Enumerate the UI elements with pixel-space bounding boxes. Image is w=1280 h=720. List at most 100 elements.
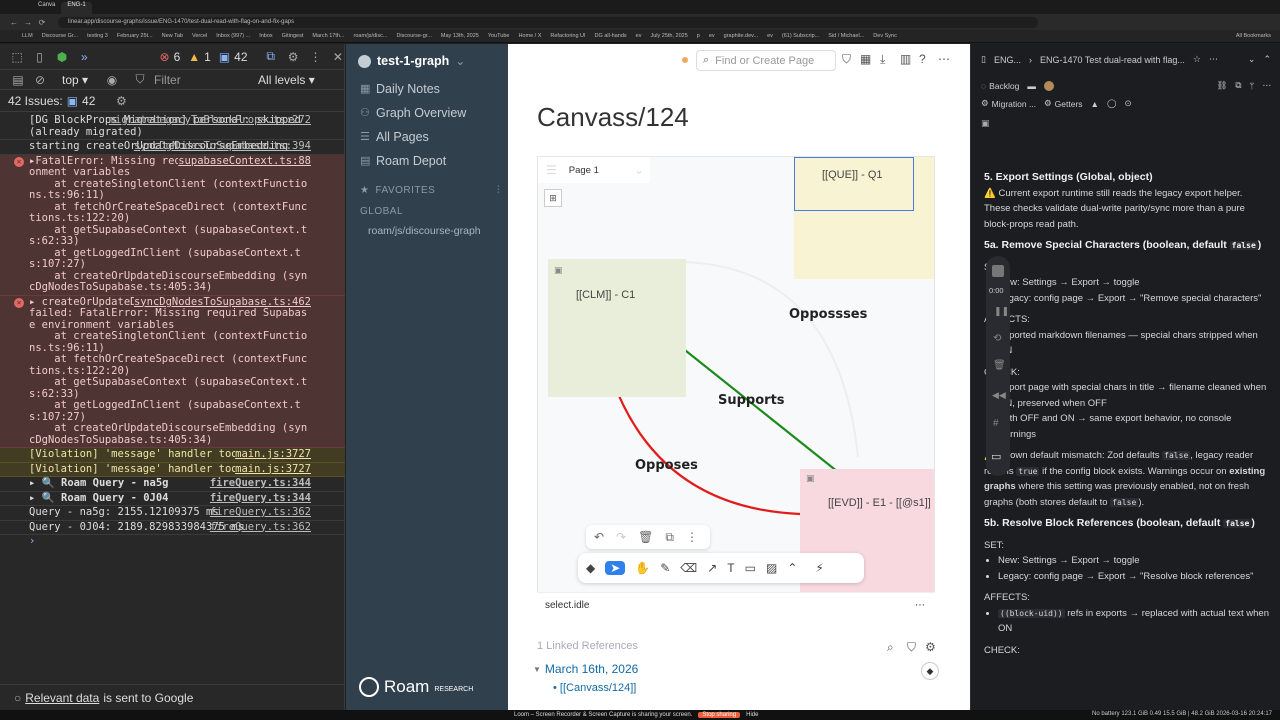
- bookmark-item[interactable]: (61) Subscrip...: [782, 33, 819, 39]
- console-message[interactable]: Query - 0J04: 2189.829833984375 ms fireQu…: [0, 521, 345, 535]
- help-icon[interactable]: ?: [919, 52, 926, 66]
- bookmark-item[interactable]: LLM: [22, 33, 33, 39]
- bookmark-item[interactable]: ev: [709, 33, 715, 39]
- nav-item[interactable]: ☰ All Pages: [346, 125, 508, 149]
- star-icon[interactable]: ☆: [1193, 54, 1201, 65]
- reload-icon[interactable]: ⟳: [34, 14, 50, 30]
- bookmark-item[interactable]: March 17th...: [312, 33, 344, 39]
- calendar-icon[interactable]: ▦: [860, 52, 871, 66]
- more-icon[interactable]: ⋯: [1209, 54, 1218, 65]
- source-link[interactable]: syncDgNodesToSupabase.ts:394: [134, 140, 311, 153]
- bookmark-item[interactable]: Discourse Gr...: [42, 33, 78, 39]
- draw-tool-icon[interactable]: ✎: [660, 561, 670, 575]
- image-tool-icon[interactable]: ▨: [766, 561, 777, 575]
- sliders-icon[interactable]: ⫶: [497, 185, 500, 196]
- eraser-tool-icon[interactable]: ⌫: [680, 561, 697, 575]
- note-tool-icon[interactable]: ▭: [745, 561, 756, 575]
- bookmark-item[interactable]: Sid / Michael...: [828, 33, 864, 39]
- label-icon[interactable]: ◯: [1107, 98, 1117, 109]
- nav-item[interactable]: ▦ Daily Notes: [346, 77, 508, 101]
- discourse-graph-icon[interactable]: ⚡: [815, 561, 823, 575]
- branch-icon[interactable]: ᛘ: [1249, 81, 1254, 91]
- priority-icon[interactable]: ▬: [1027, 81, 1036, 91]
- page-selector[interactable]: ☰ Page 1 ⌄: [538, 157, 650, 183]
- trash-icon[interactable]: 🗑: [993, 360, 1006, 371]
- trash-icon[interactable]: 🗑: [638, 530, 653, 544]
- source-link[interactable]: migrateLegacyToBlockProps.ts:272: [109, 114, 311, 127]
- chevron-down-icon[interactable]: ⌄: [1248, 54, 1256, 65]
- error-count-icon[interactable]: ⊗: [160, 50, 170, 64]
- message-count-icon[interactable]: ▣: [219, 50, 230, 64]
- reference-date[interactable]: March 16th, 2026: [545, 662, 638, 676]
- bookmark-item[interactable]: Refactoring UI: [550, 33, 585, 39]
- bookmark-item[interactable]: July 25th, 2025: [650, 33, 687, 39]
- console-message[interactable]: ▸ 🔍 Roam Query - 0J04 fireQuery.ts:344: [0, 492, 345, 506]
- undo-icon[interactable]: ↶: [594, 530, 604, 544]
- console-settings-icon[interactable]: ⚙: [113, 93, 129, 109]
- discourse-tool-icon[interactable]: ◆: [586, 561, 595, 575]
- browser-tab-active[interactable]: ENG-1: [61, 2, 92, 14]
- filter-icon[interactable]: ⛉: [842, 52, 851, 67]
- draw-icon[interactable]: #: [993, 418, 999, 429]
- hide-button[interactable]: Hide: [746, 712, 758, 718]
- issue-description[interactable]: 5. Export Settings (Global, object) ⚠️ C…: [984, 170, 1270, 710]
- bookmark-item[interactable]: YouTube: [488, 33, 510, 39]
- download-icon[interactable]: ⤓: [880, 52, 885, 67]
- source-link[interactable]: fireQuery.ts:344: [210, 492, 311, 505]
- team-crumb[interactable]: ENG...: [994, 55, 1021, 65]
- nav-item[interactable]: ▤ Roam Depot: [346, 149, 508, 173]
- more-icon[interactable]: ⋮: [686, 530, 698, 544]
- bookmark-item[interactable]: New Tab: [162, 33, 183, 39]
- rewind-icon[interactable]: ◀◀: [992, 390, 1006, 401]
- bookmark-item[interactable]: February 25t...: [117, 33, 153, 39]
- filter-input[interactable]: Filter: [154, 73, 252, 87]
- source-link[interactable]: fireQuery.ts:362: [210, 506, 311, 519]
- global-shortcut-item[interactable]: roam/js/discourse-graph: [368, 225, 481, 237]
- kebab-menu-icon[interactable]: ⋮: [308, 49, 322, 65]
- search-input[interactable]: Find or Create Page: [715, 55, 814, 67]
- right-sidebar-icon[interactable]: ▥: [900, 52, 911, 66]
- bookmark-item[interactable]: Dev Sync: [873, 33, 897, 39]
- bookmark-item[interactable]: May 13th, 2025: [441, 33, 479, 39]
- bookmark-item[interactable]: Discourse-gr...: [396, 33, 431, 39]
- browser-tab[interactable]: Canva: [32, 2, 61, 14]
- url-input[interactable]: linear.app/discourse-graphs/issue/ENG-14…: [58, 16, 1038, 28]
- search-box[interactable]: ⌕ Find or Create Page: [696, 50, 836, 71]
- sidebar-toggle-icon[interactable]: ▤: [10, 72, 26, 88]
- source-link[interactable]: main.js:3727: [235, 448, 311, 461]
- filter-icon[interactable]: ⛉: [907, 640, 916, 655]
- more-icon[interactable]: ⋯: [1263, 80, 1272, 91]
- warning-icon[interactable]: ▲: [1091, 99, 1099, 109]
- issues-count[interactable]: 42: [82, 94, 95, 108]
- source-link[interactable]: main.js:3727: [235, 463, 311, 475]
- nav-item[interactable]: ⚇ Graph Overview: [346, 101, 508, 125]
- clm-node[interactable]: ▣ [[CLM]] - C1: [548, 259, 686, 397]
- source-link[interactable]: fireQuery.ts:362: [210, 521, 311, 534]
- graph-switcher[interactable]: test-1-graph ⌄: [358, 54, 465, 68]
- hand-tool-icon[interactable]: ✋: [635, 561, 650, 575]
- linked-references-header[interactable]: 1 Linked References: [537, 640, 947, 652]
- status-label[interactable]: Backlog: [989, 81, 1019, 91]
- pause-icon[interactable]: ❚❚: [994, 306, 1009, 317]
- bookmark-item[interactable]: testing 3: [87, 33, 108, 39]
- bookmark-item[interactable]: DG all-hands: [595, 33, 627, 39]
- copy-icon[interactable]: ⧉: [1235, 80, 1241, 91]
- stop-sharing-button[interactable]: Stop sharing: [698, 712, 741, 718]
- context-select[interactable]: top ▾: [62, 73, 88, 87]
- panel-toggle-icon[interactable]: ▯: [981, 54, 986, 65]
- bookmark-item[interactable]: p: [697, 33, 700, 39]
- console-message[interactable]: ▸ 🔍 Roam Query - na5g fireQuery.ts:344: [0, 477, 345, 492]
- console-message[interactable]: Query - na5g: 2155.12109375 ms fireQuery.…: [0, 506, 345, 521]
- chevron-up-icon[interactable]: ⌃: [1263, 54, 1271, 65]
- redo-icon[interactable]: ↷: [616, 530, 626, 544]
- more-icon[interactable]: ⋯: [915, 600, 925, 611]
- dock-icon[interactable]: ⧉: [264, 49, 278, 65]
- text-tool-icon[interactable]: T: [727, 561, 734, 575]
- reference-group[interactable]: ▼ March 16th, 2026: [533, 662, 638, 676]
- console-prompt[interactable]: ›: [0, 535, 345, 549]
- clear-console-icon[interactable]: ⊘: [32, 72, 48, 88]
- bookmark-item[interactable]: Home / X: [518, 33, 541, 39]
- warning-count-icon[interactable]: ▲: [188, 50, 200, 64]
- hamburger-icon[interactable]: ☰: [546, 163, 557, 177]
- extension-icon[interactable]: ⬢: [55, 49, 69, 65]
